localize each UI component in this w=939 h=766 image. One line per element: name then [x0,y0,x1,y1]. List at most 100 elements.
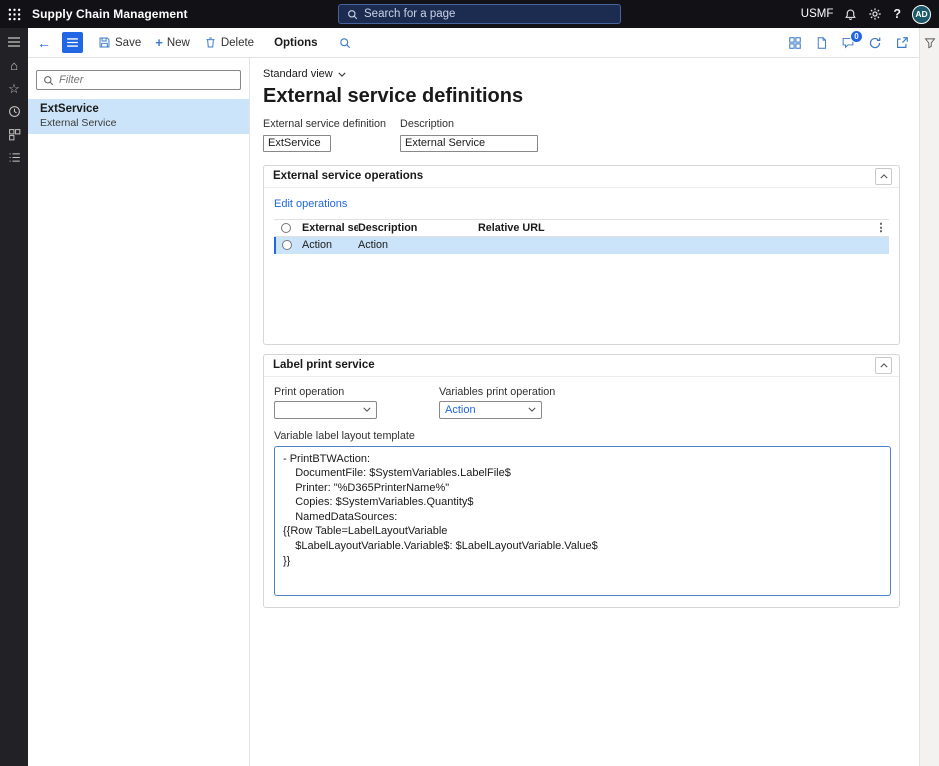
list-item-extservice[interactable]: ExtService External Service [28,99,249,134]
row-select-radio[interactable] [276,240,298,250]
attachments-count-icon[interactable]: 0 [841,36,855,49]
app-window: Supply Chain Management USMF ? AD ← [0,0,939,766]
field-external-service-definition: External service definition [263,118,386,152]
grid-header-row: External se... Description Relative URL … [274,219,889,237]
chevron-up-icon [880,363,888,368]
left-navigation-strip: ⌂ ☆ [0,28,28,766]
variable-label-layout-template-textarea[interactable]: - PrintBTWAction: DocumentFile: $SystemV… [274,446,891,596]
plus-icon: + [155,36,163,49]
grid-cell: Action [298,239,358,251]
search-icon [43,75,54,86]
save-label: Save [115,37,141,49]
field-print-operation: Print operation [274,386,377,419]
variables-print-operation-dropdown[interactable]: Action [439,401,542,419]
delete-button[interactable]: Delete [197,28,261,57]
section-header[interactable]: External service operations [264,166,899,188]
modules-list-icon[interactable] [3,150,25,164]
help-icon[interactable]: ? [893,7,901,21]
radio-icon [281,223,291,233]
nav-list-toggle-icon[interactable] [62,32,83,53]
topbar-right-cluster: USMF ? AD [801,5,939,24]
main-content: Standard view External service definitio… [250,58,919,766]
new-button[interactable]: + New [148,28,197,57]
settings-gear-icon[interactable] [868,7,882,21]
workspaces-icon[interactable] [3,127,25,141]
home-icon[interactable]: ⌂ [3,58,25,72]
search-icon [347,9,358,20]
edit-operations-link[interactable]: Edit operations [274,198,347,210]
section-body: Print operation Variables print operatio… [264,377,899,607]
trash-icon [204,36,217,49]
app-title[interactable]: Supply Chain Management [32,7,188,21]
collapse-section-button[interactable] [875,168,892,185]
chevron-down-icon [528,407,536,412]
action-pane-search-icon[interactable] [331,37,359,49]
radio-icon [282,240,292,250]
list-item-title: ExtService [40,103,239,115]
external-service-definition-input[interactable] [263,135,331,152]
filter-box[interactable] [36,70,241,90]
template-label: Variable label layout template [274,430,889,442]
notifications-bell-icon[interactable] [844,8,857,21]
section-header[interactable]: Label print service [264,355,899,377]
attachments-count-badge: 0 [850,30,863,43]
action-pane: ← Save + New Delete Options [28,28,919,58]
favorites-star-icon[interactable]: ☆ [3,81,25,95]
app-launcher-waffle-icon[interactable] [0,0,28,28]
grid-cell: Action [358,239,478,251]
filter-input[interactable] [59,74,234,86]
save-button[interactable]: Save [91,28,148,57]
field-label: Variables print operation [439,386,555,398]
filter-funnel-icon[interactable] [924,36,936,50]
dropdown-value: Action [445,404,528,416]
section-title: Label print service [273,359,375,371]
operations-grid: External se... Description Relative URL … [274,219,889,254]
section-body: Edit operations External se... Descripti… [264,188,899,254]
select-all-radio[interactable] [274,223,298,233]
page-title: External service definitions [263,85,919,108]
header-fields: External service definition Description [263,118,919,152]
chevron-down-icon [363,407,371,412]
field-label: Print operation [274,386,377,398]
global-search-input[interactable] [364,8,612,20]
delete-label: Delete [221,37,254,49]
view-selector[interactable]: Standard view [263,68,346,80]
navigation-list-panel: ExtService External Service [28,58,250,766]
field-description: Description [400,118,538,152]
grid-column-header[interactable]: Relative URL [478,222,873,234]
recent-clock-icon[interactable] [3,104,25,118]
user-avatar[interactable]: AD [912,5,931,24]
chevron-down-icon [338,72,346,77]
new-label: New [167,37,190,49]
tab-options[interactable]: Options [261,28,330,57]
print-operation-dropdown[interactable] [274,401,377,419]
field-label: Description [400,118,538,130]
view-selector-label: Standard view [263,68,333,80]
open-in-new-window-icon[interactable] [895,36,909,50]
external-service-operations-section: External service operations Edit operati… [263,165,900,345]
action-pane-right-icons: 0 [788,36,919,50]
section-title: External service operations [273,170,423,182]
grid-column-header[interactable]: Description [358,222,478,234]
refresh-icon[interactable] [868,36,882,50]
company-selector[interactable]: USMF [801,8,834,20]
list-item-subtitle: External Service [40,117,239,129]
chevron-up-icon [880,174,888,179]
top-navigation-bar: Supply Chain Management USMF ? AD [0,0,939,28]
description-input[interactable] [400,135,538,152]
print-operation-fields: Print operation Variables print operatio… [274,386,889,419]
grid-column-header[interactable]: External se... [298,222,358,234]
global-search-box[interactable] [338,4,621,24]
label-print-service-section: Label print service Print operation [263,354,900,608]
open-in-office-icon[interactable] [788,36,802,50]
save-icon [98,36,111,49]
field-label: External service definition [263,118,386,130]
attach-document-icon[interactable] [815,36,828,50]
grid-more-options-icon[interactable]: ⋮ [873,221,889,234]
field-variables-print-operation: Variables print operation Action [439,386,555,419]
back-icon[interactable]: ← [28,35,60,51]
filter-pane-strip [919,28,939,766]
grid-row[interactable]: Action Action [274,237,889,254]
collapse-section-button[interactable] [875,357,892,374]
expand-navigation-hamburger-icon[interactable] [3,35,25,49]
